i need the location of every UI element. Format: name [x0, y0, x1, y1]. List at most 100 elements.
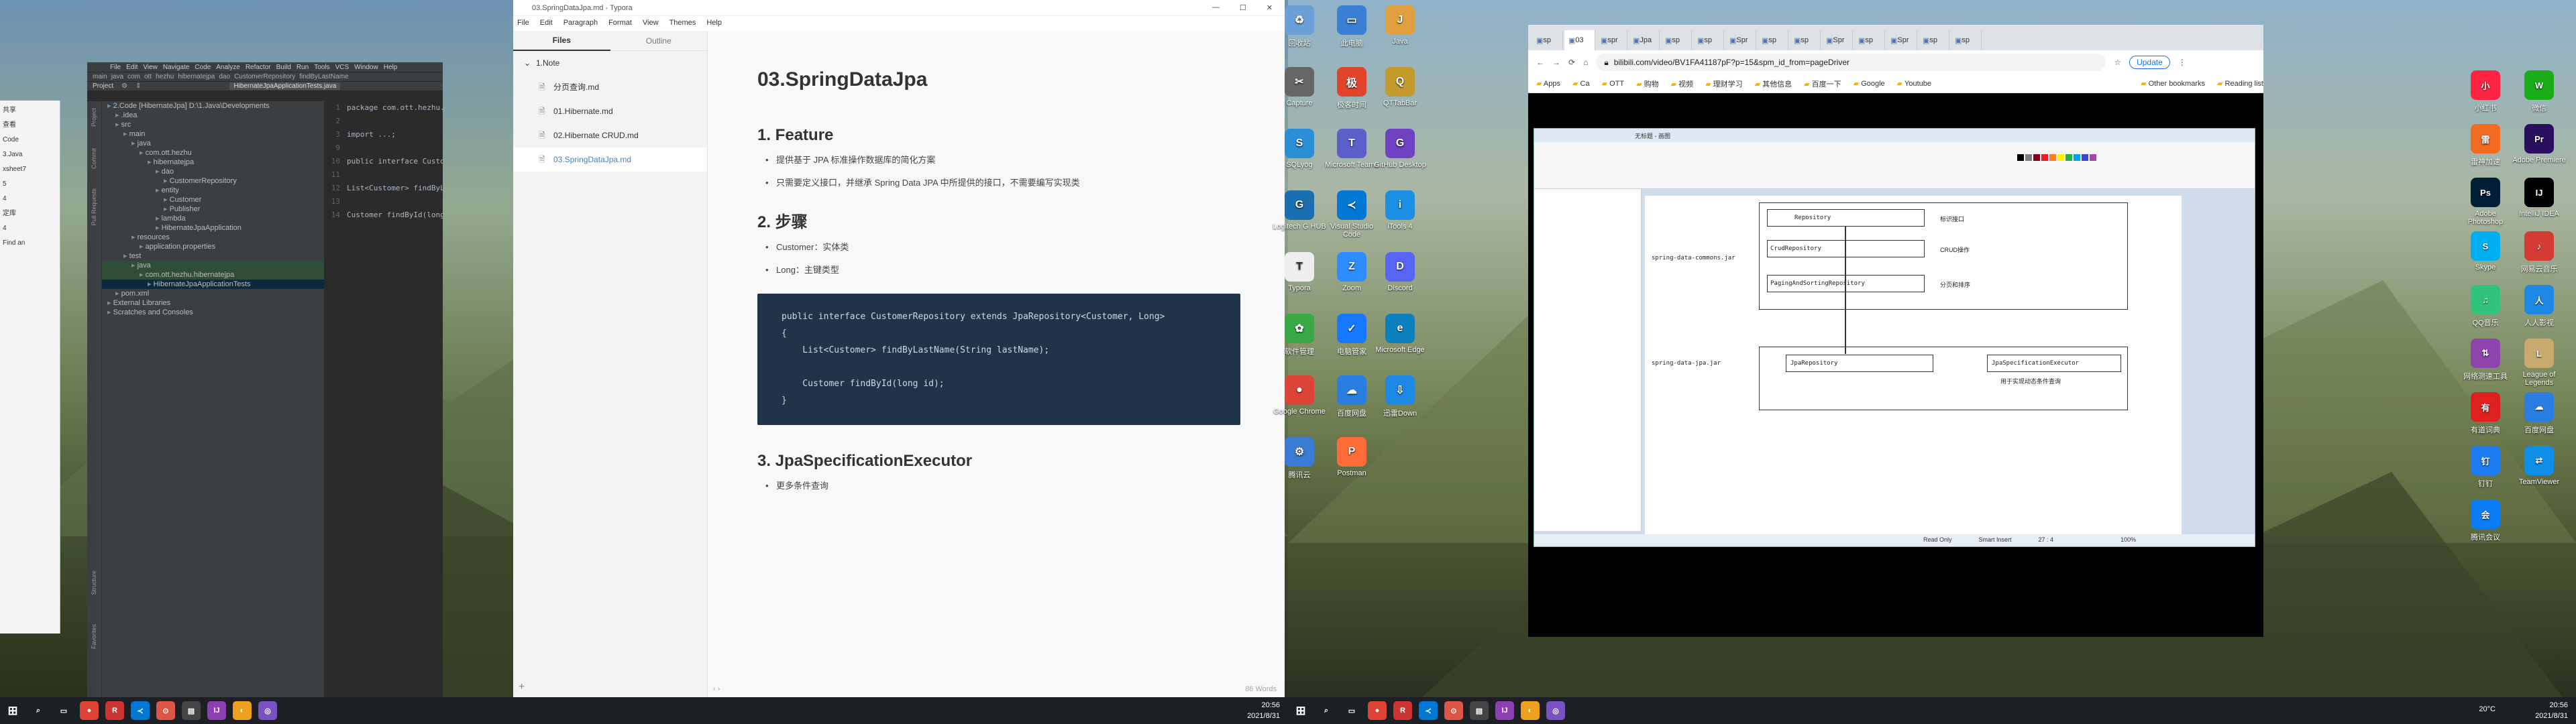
- idea-menu-refactor[interactable]: Refactor: [246, 64, 271, 71]
- app-taskbar-icon-2[interactable]: R: [1393, 701, 1412, 720]
- idea-menu-vcs[interactable]: VCS: [335, 64, 350, 71]
- desktop-icon[interactable]: ▭ 此电脑: [1325, 5, 1379, 48]
- side-tab-pull-requests[interactable]: Pull Requests: [91, 188, 97, 226]
- tree-row[interactable]: ▸ com.ott.hezhu.hibernatejpa: [102, 270, 324, 280]
- tree-row[interactable]: ▸ CustomerRepository: [102, 176, 324, 186]
- typora-menu-format[interactable]: Format: [608, 19, 632, 27]
- idea-menu-analyze[interactable]: Analyze: [216, 64, 240, 71]
- bookmark-item[interactable]: ▰ 视频: [1671, 78, 1694, 89]
- desktop-icon[interactable]: T Typora: [1273, 252, 1326, 292]
- desktop-icon[interactable]: S SQLyog: [1273, 129, 1326, 169]
- idea-menu-tools[interactable]: Tools: [314, 64, 329, 71]
- side-tab-project[interactable]: Project: [91, 108, 97, 127]
- desktop-icon[interactable]: P Postman: [1325, 437, 1379, 477]
- folder-item[interactable]: ⌄ 1.Note: [513, 51, 707, 75]
- desktop-icon[interactable]: T Microsoft Teams: [1325, 129, 1379, 169]
- desktop-icon[interactable]: Q QTTabBar: [1373, 67, 1427, 107]
- browser-tab[interactable]: ▣ sp: [1532, 30, 1563, 50]
- app5-taskbar-icon-2[interactable]: ◎: [1546, 701, 1565, 720]
- tree-row[interactable]: ▸ HibernateJpaApplicationTests: [102, 280, 324, 289]
- desktop-icon[interactable]: 极极客时间: [1325, 67, 1379, 110]
- add-file-icon[interactable]: +: [519, 681, 525, 693]
- editor-tab[interactable]: HibernateJpaApplicationTests.java: [229, 82, 341, 90]
- code-block[interactable]: public interface CustomerRepository exte…: [757, 294, 1240, 425]
- app2-taskbar-icon[interactable]: ⊙: [156, 701, 175, 720]
- idea-taskbar-icon-2[interactable]: IJ: [1495, 701, 1514, 720]
- desktop-icon[interactable]: J Java: [1373, 5, 1427, 46]
- breadcrumb-item[interactable]: hibernatejpa: [178, 73, 215, 80]
- close-icon[interactable]: ✕: [1267, 3, 1273, 12]
- tree-row[interactable]: ▸ dao: [102, 167, 324, 176]
- typora-editor[interactable]: 03.SpringDataJpa 1. Feature 提供基于 JPA 标准操…: [708, 31, 1285, 697]
- side-tab-commit[interactable]: Commit: [91, 148, 97, 169]
- breadcrumb-item[interactable]: findByLastName: [299, 73, 348, 80]
- idea-taskbar-icon[interactable]: IJ: [207, 701, 226, 720]
- bookmark-item[interactable]: ▰ Reading list: [2217, 79, 2263, 88]
- desktop-icon[interactable]: ☁ 百度网盘: [1325, 375, 1379, 418]
- browser-tab[interactable]: ▣ sp: [1790, 30, 1821, 50]
- search-icon[interactable]: ⌕: [29, 701, 48, 720]
- browser-tab[interactable]: ▣ Spr: [1725, 30, 1756, 50]
- breadcrumb-item[interactable]: java: [111, 73, 123, 80]
- tree-row[interactable]: ▸ HibernateJpaApplication: [102, 223, 324, 233]
- bookmark-item[interactable]: ▰ 其他信息: [1755, 78, 1792, 89]
- desktop-icon[interactable]: 会腾讯会议: [2459, 499, 2512, 542]
- collapse-icon[interactable]: ⇕: [136, 82, 141, 90]
- address-bar[interactable]: 🔒︎ bilibili.com/video/BV1FA41187pF?p=15&…: [1596, 54, 2106, 71]
- typora-menu-help[interactable]: Help: [706, 19, 722, 27]
- chrome-taskbar-icon[interactable]: ●: [80, 701, 99, 720]
- idea-menu-file[interactable]: File: [110, 64, 121, 71]
- back-icon[interactable]: ←: [1536, 58, 1544, 67]
- forward-icon[interactable]: →: [1552, 58, 1560, 67]
- file-item[interactable]: 🗎︎ 03.SpringDataJpa.md: [513, 147, 707, 172]
- side-tab-favorites[interactable]: Favorites: [91, 624, 97, 649]
- browser-tab[interactable]: ▣ sp: [1919, 30, 1949, 50]
- desktop-icon[interactable]: ⇩ 迅雷Down: [1373, 375, 1427, 418]
- idea-menu-run[interactable]: Run: [297, 64, 309, 71]
- browser-tab[interactable]: ▣ Jpa: [1629, 30, 1660, 50]
- app-taskbar-icon[interactable]: R: [105, 701, 124, 720]
- tab-files[interactable]: Files: [513, 31, 610, 51]
- desktop-icon[interactable]: 小小红书: [2459, 70, 2512, 113]
- app5-taskbar-icon[interactable]: ◎: [258, 701, 277, 720]
- windows-start-icon[interactable]: ⊞: [3, 701, 22, 720]
- desktop-icon[interactable]: 钉钉钉: [2459, 446, 2512, 489]
- browser-tab[interactable]: ▣ sp: [1661, 30, 1692, 50]
- typora-menu-file[interactable]: File: [517, 19, 529, 27]
- desktop-icon[interactable]: ⚙ 腾讯云: [1273, 437, 1326, 480]
- desktop-icon[interactable]: ✓ 电脑管家: [1325, 314, 1379, 357]
- bookmark-item[interactable]: ▰ OTT: [1602, 79, 1625, 88]
- source-mode-icon[interactable]: ‹ ›: [713, 685, 720, 693]
- desktop-icon[interactable]: D Discord: [1373, 252, 1427, 292]
- file-item[interactable]: 🗎︎ 01.Hibernate.md: [513, 99, 707, 123]
- idea-menu-help[interactable]: Help: [384, 64, 398, 71]
- desktop-icon[interactable]: 人人人影视: [2512, 285, 2566, 328]
- desktop-icon[interactable]: Z Zoom: [1325, 252, 1379, 292]
- idea-menu-code[interactable]: Code: [195, 64, 211, 71]
- task-view-icon[interactable]: ▭: [54, 701, 73, 720]
- code-editor[interactable]: 1 package com.ott.hezhu.hibernatejpa.dao;…: [324, 101, 443, 697]
- breadcrumb-item[interactable]: dao: [219, 73, 230, 80]
- desktop-icon[interactable]: W 微信: [2512, 70, 2566, 113]
- update-button[interactable]: Update: [2129, 56, 2170, 69]
- app3-taskbar-icon-2[interactable]: ▤: [1470, 701, 1489, 720]
- video-player[interactable]: 无标题 - 画图 Repository CrudRepository Pagin…: [1528, 93, 2263, 637]
- browser-tab[interactable]: ▣ 03: [1564, 30, 1595, 50]
- desktop-icon[interactable]: Pr Adobe Premiere: [2512, 124, 2566, 164]
- bookmark-item[interactable]: ▰ Ca: [1572, 79, 1590, 88]
- maximize-icon[interactable]: ☐: [1240, 3, 1246, 12]
- desktop-icon[interactable]: IJ IntelliJ IDEA: [2512, 178, 2566, 218]
- tree-row[interactable]: ▸ test: [102, 251, 324, 261]
- browser-tab[interactable]: ▣ Spr: [1822, 30, 1853, 50]
- tree-row[interactable]: ▸ Publisher: [102, 204, 324, 214]
- tree-row[interactable]: ▸ entity: [102, 186, 324, 195]
- desktop-icon[interactable]: ● Google Chrome: [1273, 375, 1326, 416]
- desktop-icon[interactable]: ≺ Visual Studio Code: [1325, 190, 1379, 239]
- breadcrumb-item[interactable]: com: [127, 73, 140, 80]
- tree-row[interactable]: ▸ java: [102, 139, 324, 148]
- app3-taskbar-icon[interactable]: ▤: [182, 701, 201, 720]
- tree-row[interactable]: ▸ resources: [102, 233, 324, 242]
- desktop-icon[interactable]: ⇄ TeamViewer: [2512, 446, 2566, 486]
- desktop-icon[interactable]: ✿ 软件管理: [1273, 314, 1326, 357]
- browser-tab[interactable]: ▣ sp: [1693, 30, 1724, 50]
